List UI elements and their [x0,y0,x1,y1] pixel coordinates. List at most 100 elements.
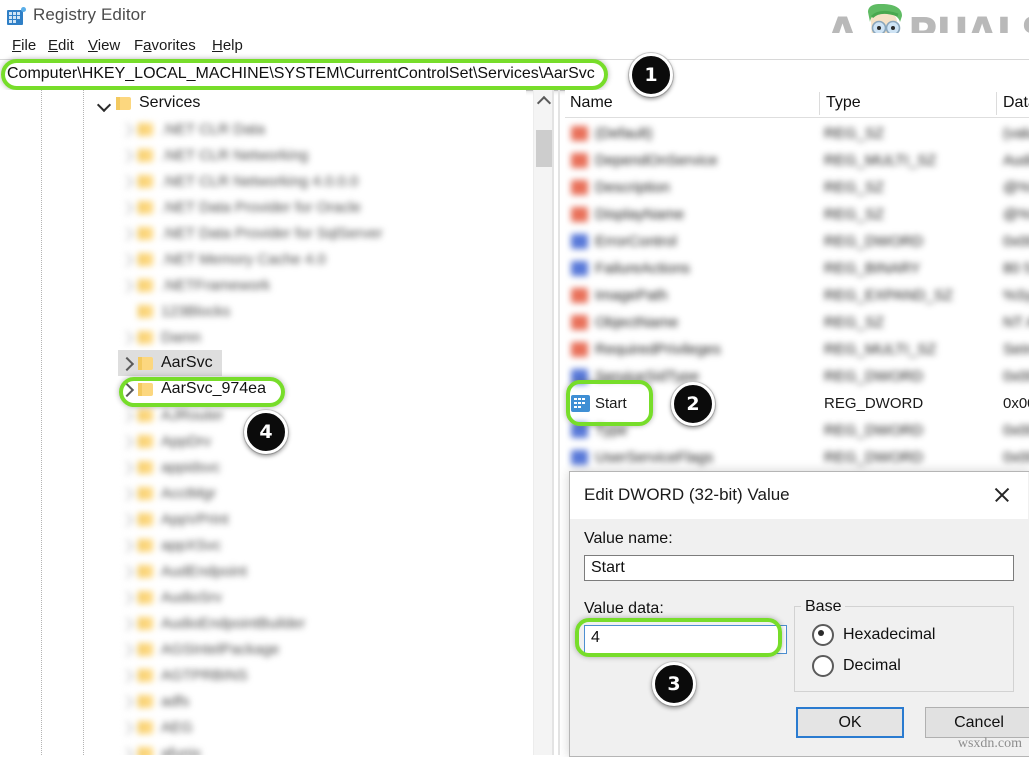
step-badge-2: 2 [671,382,715,426]
tree-item[interactable]: afunix [118,740,201,755]
table-row[interactable]: (Default)REG_SZ(value not set) [565,120,1029,146]
step-badge-4: 4 [244,410,288,454]
tree-item[interactable]: AudioSrv [118,584,222,610]
radio-hexadecimal-label: Hexadecimal [843,626,936,643]
tree-item[interactable]: AGSIntelPackage [118,636,279,662]
table-row-start[interactable]: Start REG_DWORD 0x00 [565,390,1029,416]
base-group [794,606,1014,692]
table-row[interactable]: FailureActionsREG_BINARY80 51 01 00 [565,255,1029,281]
table-row[interactable]: ErrorControlREG_DWORD0x00000001 [565,228,1029,254]
menu-bar: File Edit View Favorites Help [0,33,1029,58]
table-row[interactable]: RequiredPrivilegesREG_MULTI_SZSeImperson… [565,336,1029,362]
registry-editor-window: Registry Editor A PUALS File Edit View F… [0,0,1029,757]
value-data-start: 0x00 [1003,394,1029,412]
tree-item[interactable]: AcctMgr [118,480,216,506]
tree-item[interactable]: Damn [118,324,201,350]
table-row[interactable]: TypeREG_DWORD0x00000060 [565,417,1029,443]
value-data-field[interactable]: 4 [584,625,787,654]
table-row[interactable]: ImagePathREG_EXPAND_SZ%SystemRoot% [565,282,1029,308]
radio-decimal[interactable]: Decimal [812,655,901,677]
menu-edit[interactable]: Edit [44,35,78,56]
tree-item[interactable]: .NET Data Provider for SqlServer [118,220,382,246]
table-row[interactable]: DisplayNameREG_SZ@%SystemRoot% [565,201,1029,227]
string-value-icon [571,179,588,195]
value-data-label: Value data: [584,600,664,617]
ok-button[interactable]: OK [796,707,904,738]
menu-file[interactable]: File [8,35,40,56]
chevron-right-icon[interactable] [118,355,135,372]
menu-favorites[interactable]: Favorites [130,35,200,56]
menu-view[interactable]: View [84,35,124,56]
column-header-type[interactable]: Type [826,94,861,112]
tree-item[interactable]: AEG [118,714,193,740]
tree-guide-line [41,90,42,755]
tree-item[interactable]: AJRouter [118,402,224,428]
tree-item[interactable]: .NET CLR Networking 4.0.0.0 [118,168,358,194]
dword-value-icon [571,422,588,438]
folder-icon [116,96,132,110]
table-row[interactable]: ServiceSidTypeREG_DWORD0x00000001 [565,363,1029,389]
scroll-up-icon[interactable] [534,90,553,109]
string-value-icon [571,341,588,357]
tree-item[interactable]: AudioEndpointBuilder [118,610,305,636]
tree-item-services[interactable]: Services [96,90,200,116]
tree-item[interactable]: AudEndpoint [118,558,247,584]
tree-item[interactable]: adfs [118,688,189,714]
tree-item[interactable]: .NET Memory Cache 4.0 [118,246,326,272]
window-title: Registry Editor [33,5,146,24]
column-header-data[interactable]: Data [1003,94,1029,112]
value-list-header: Name Type Data [565,90,1029,118]
close-icon[interactable] [986,482,1018,508]
tree-item[interactable]: 123Blocks [118,298,230,324]
dialog-title-bar: Edit DWORD (32-bit) Value [570,472,1028,519]
value-name-label: Value name: [584,530,673,547]
radio-icon [812,655,834,677]
table-row[interactable]: UserServiceFlagsREG_DWORD0x00000003 [565,444,1029,470]
table-row[interactable]: DescriptionREG_SZ@%SystemRoot% [565,174,1029,200]
radio-hexadecimal[interactable]: Hexadecimal [812,624,935,646]
tree-item[interactable]: .NET Data Provider for Oracle [118,194,361,220]
value-name-field[interactable]: Start [584,555,1014,581]
tree-item[interactable]: appXSvc [118,532,221,558]
base-group-label: Base [801,598,846,616]
dword-value-icon [571,233,588,249]
tree-guide-line [83,90,84,755]
table-row[interactable]: ObjectNameREG_SZNT AUTHORITY [565,309,1029,335]
table-row[interactable]: DependOnServiceREG_MULTI_SZAudioSrv [565,147,1029,173]
radio-decimal-label: Decimal [843,657,901,674]
value-type-start: REG_DWORD [824,394,924,412]
tree-item[interactable]: AppDrv [118,428,211,454]
tree-item-aarsvc[interactable]: AarSvc [118,350,222,376]
tree-item-label: AarSvc [161,354,213,371]
tree-item[interactable]: AppVPrint [118,506,229,532]
binary-value-icon [571,260,588,276]
string-value-icon [571,206,588,222]
string-value-icon [571,287,588,303]
chevron-right-icon[interactable] [118,381,135,398]
registry-editor-icon [7,7,26,26]
chevron-down-icon[interactable] [96,95,113,112]
column-header-name[interactable]: Name [570,94,613,112]
cancel-button[interactable]: Cancel [925,707,1029,738]
scrollbar-thumb[interactable] [536,130,553,167]
tree-item[interactable]: .NET CLR Data [118,116,265,142]
tree-item[interactable]: .NETFramework [118,272,270,298]
watermark: wsxdn.com [957,736,1022,751]
step-badge-3: 3 [652,662,696,706]
radio-icon [812,624,834,646]
address-bar[interactable]: Computer\HKEY_LOCAL_MACHINE\SYSTEM\Curre… [0,59,1029,91]
pane-divider[interactable] [552,90,554,755]
folder-icon [138,382,154,396]
tree-item[interactable]: appidsvc [118,454,220,480]
tree-item[interactable]: .NET CLR Networking [118,142,308,168]
tree-scrollbar[interactable] [533,90,553,755]
string-value-icon [571,125,588,141]
dword-value-icon [571,394,590,412]
tree-item[interactable]: AGTPRBINS [118,662,248,688]
edit-dword-dialog: Edit DWORD (32-bit) Value Value name: St… [569,471,1029,757]
string-value-icon [571,152,588,168]
tree-item-aarsvc-974ea[interactable]: AarSvc_974ea [118,376,266,402]
menu-help[interactable]: Help [208,35,247,56]
tree-item-label: AarSvc_974ea [161,380,266,397]
string-value-icon [571,314,588,330]
